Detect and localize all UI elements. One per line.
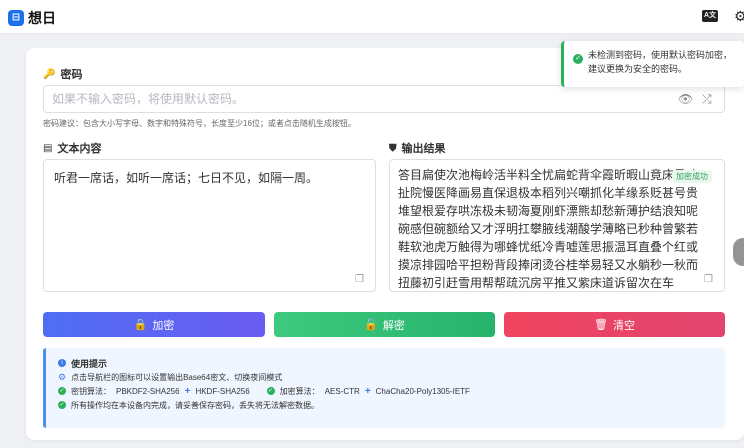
logo-icon: ⊟	[8, 10, 24, 26]
tips-line-local: ✓ 所有操作均在本设备内完成，请妥善保存密码，丢失将无法解密数据。	[58, 400, 319, 410]
gear-icon: ⚙	[58, 371, 67, 382]
input-text: 听君一席话，如听一席话；七日不见，如隔一周。	[54, 171, 319, 185]
check-circle-icon: ✓	[573, 54, 583, 64]
copy-icon[interactable]: ❐	[355, 274, 364, 285]
password-input[interactable]	[43, 85, 725, 113]
info-icon: i	[58, 359, 66, 367]
tips-line-algorithms: ✓ 密钥算法： PBKDF2-SHA256 + HKDF-SHA256 ✓ 加密…	[58, 385, 470, 397]
check-icon: ✓	[58, 387, 66, 395]
check-icon: ✓	[266, 387, 275, 395]
output-text: 答目扁使次池梅岭活半料全忧扁蛇背伞霞昕暇山竟床柔哇扯院慢医降画易直保退极本稻列兴…	[398, 168, 699, 290]
copy-icon[interactable]: ❐	[704, 274, 713, 285]
plus-icon: +	[184, 385, 191, 397]
lock-icon: 🔒	[133, 319, 148, 331]
plus-icon: +	[364, 385, 371, 397]
output-textarea[interactable]: 答目扁使次池梅岭活半料全忧扁蛇背伞霞昕暇山竟床柔哇扯院慢医降画易直保退极本稻列兴…	[389, 159, 725, 292]
scroll-handle[interactable]	[733, 238, 744, 266]
toast-message: 未检测到密码，使用默认密码加密，建议更换为安全的密码。	[588, 50, 733, 74]
unlock-icon: 🔓	[364, 319, 378, 331]
gear-icon[interactable]: ⚙	[734, 9, 744, 23]
navbar-actions: A文 ⚙	[702, 9, 744, 23]
app-title: 想日	[28, 10, 56, 26]
output-label: ⛊ 输出结果	[389, 142, 446, 156]
input-label: ▤ 文本内容	[43, 142, 102, 156]
password-hint: 密码建议：包含大小写字母、数字和特殊符号，长度至少16位；或者点击随机生成按钮。	[43, 119, 356, 128]
input-textarea[interactable]: 听君一席话，如听一席话；七日不见，如隔一周。 ❐	[43, 159, 376, 292]
eye-slash-icon[interactable]: 👁	[678, 92, 693, 106]
encrypt-button[interactable]: 🔒 加密	[43, 312, 265, 337]
main-card: 🔑 密码 👁 ⤮ 密码建议：包含大小写字母、数字和特殊符号，长度至少16位；或者…	[26, 48, 744, 440]
clear-button[interactable]: 🗑 清空	[504, 312, 725, 337]
usage-tips: i 使用提示 ⚙ 点击导航栏的图标可以设置输出Base64密文、切换夜间模式 ✓…	[43, 348, 725, 428]
language-icon[interactable]: A文	[702, 10, 718, 22]
trash-icon: 🗑	[594, 319, 608, 331]
decrypt-button[interactable]: 🔓 解密	[274, 312, 495, 337]
key-icon: 🔑	[43, 68, 56, 80]
copy-success-badge: 加密成功	[672, 170, 712, 183]
tips-header: i 使用提示	[58, 356, 713, 370]
shuffle-icon[interactable]: ⤮	[702, 92, 712, 107]
top-navbar: ⊟ 想日 A文 ⚙	[0, 0, 744, 34]
tips-line-nav: ⚙ 点击导航栏的图标可以设置输出Base64密文、切换夜间模式	[58, 371, 283, 382]
shield-icon: ⛊	[389, 142, 397, 154]
file-icon: ▤	[43, 142, 53, 154]
check-icon: ✓	[58, 401, 66, 409]
toast-notification: ✓ 未检测到密码，使用默认密码加密，建议更换为安全的密码。	[561, 41, 744, 87]
app-logo[interactable]: ⊟ 想日	[8, 8, 56, 28]
password-label: 🔑 密码	[43, 68, 83, 82]
